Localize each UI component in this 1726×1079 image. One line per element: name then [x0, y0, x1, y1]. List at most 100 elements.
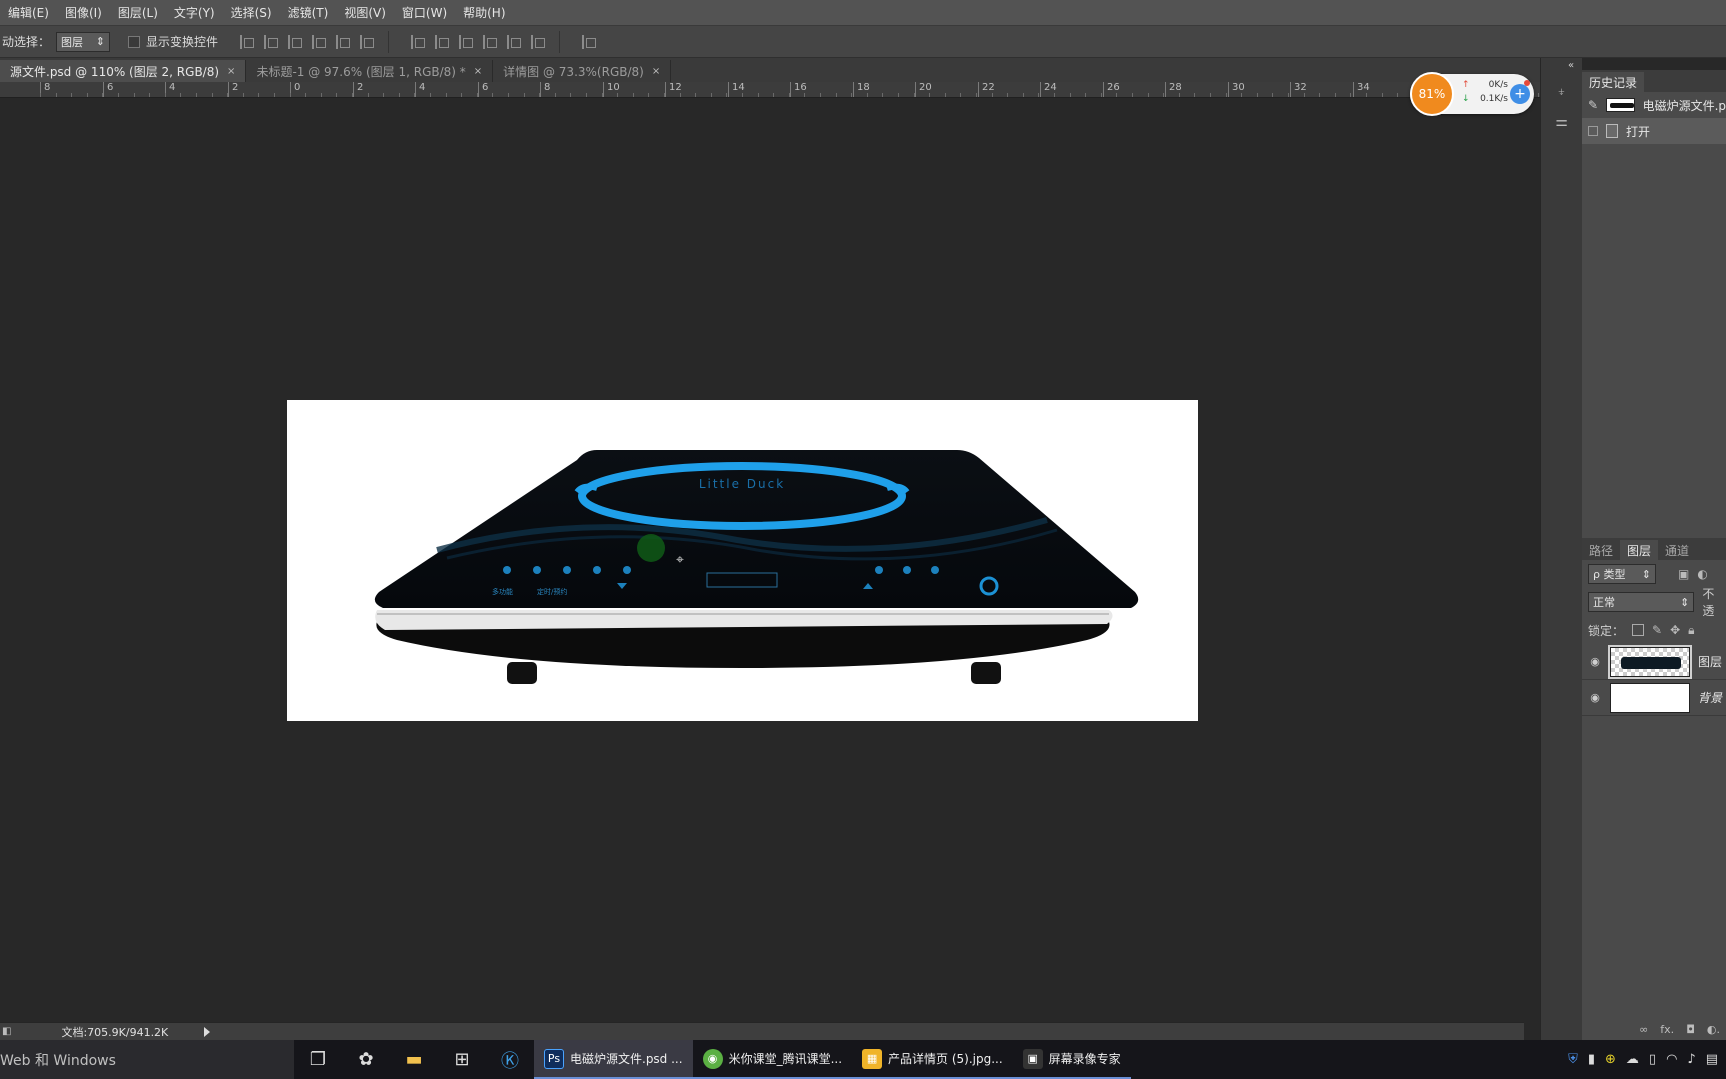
- distribute-right-icon[interactable]: [531, 34, 546, 49]
- layer-name: 背景: [1698, 691, 1723, 705]
- tab-document-3[interactable]: 详情图 @ 73.3%(RGB/8) ×: [493, 60, 672, 82]
- menu-image[interactable]: 图像(I): [57, 4, 110, 21]
- wifi-icon[interactable]: ◠: [1666, 1052, 1677, 1067]
- add-mask-icon[interactable]: ◘: [1686, 1023, 1695, 1036]
- ruler-minor-tick: [336, 93, 337, 97]
- history-state[interactable]: 打开: [1582, 118, 1726, 144]
- induction-cooker-image[interactable]: Little Duck 多功能 定时/预约: [287, 400, 1198, 721]
- add-icon[interactable]: ⊕: [1605, 1052, 1616, 1067]
- lock-paint-icon[interactable]: ✎: [1652, 623, 1662, 637]
- adjustment-filter-icon[interactable]: ◐: [1697, 567, 1707, 581]
- ruler-minor-tick: [1335, 93, 1336, 97]
- layer-filter-select[interactable]: ρ 类型 ⇕: [1588, 564, 1656, 584]
- history-panel: 历史记录 ✎ 电磁炉源文件.p 打开: [1582, 70, 1726, 520]
- auto-select-dropdown[interactable]: 图层 ⇕: [56, 31, 111, 52]
- ruler-minor-tick: [914, 93, 915, 97]
- menu-type[interactable]: 文字(Y): [166, 4, 223, 21]
- battery-icon[interactable]: ▯: [1649, 1052, 1656, 1067]
- ruler-label: 30: [1232, 82, 1245, 93]
- task-view-icon[interactable]: ❐: [294, 1040, 342, 1079]
- network-speed-widget[interactable]: 81% ↑ 0K/s ↓ 0.1K/s +: [1410, 72, 1534, 116]
- collapse-panels-icon[interactable]: «: [1568, 60, 1574, 71]
- ruler-minor-tick: [1350, 93, 1351, 97]
- close-icon[interactable]: ×: [652, 66, 660, 77]
- tab-document-1[interactable]: 源文件.psd @ 110% (图层 2, RGB/8) ×: [0, 60, 247, 82]
- menu-view[interactable]: 视图(V): [336, 4, 394, 21]
- document-tab-bar: 源文件.psd @ 110% (图层 2, RGB/8) × 未标题-1 @ 9…: [0, 58, 1540, 82]
- align-top-icon[interactable]: [312, 34, 327, 49]
- lock-position-icon[interactable]: ✥: [1670, 623, 1680, 637]
- tab-channels[interactable]: 通道: [1658, 540, 1696, 560]
- layer-row[interactable]: ◉ 背景: [1582, 680, 1726, 716]
- history-snapshot[interactable]: ✎ 电磁炉源文件.p: [1582, 92, 1726, 118]
- brush-preset-icon[interactable]: ⍖: [1549, 80, 1575, 104]
- volume-icon[interactable]: ♪: [1687, 1052, 1695, 1067]
- menu-select[interactable]: 选择(S): [223, 4, 280, 21]
- adjustments-icon[interactable]: ⚌: [1549, 110, 1575, 134]
- taskbar-app-label: 电磁炉源文件.psd ...: [570, 1052, 683, 1066]
- ruler-minor-tick: [399, 93, 400, 97]
- link-layers-icon[interactable]: ∞: [1639, 1023, 1648, 1036]
- horizontal-ruler[interactable]: 8 6 4 2 0 2 4 6 8 10 12 14 16 18 20 22 2…: [0, 82, 1540, 98]
- document-canvas[interactable]: Little Duck 多功能 定时/预约: [287, 400, 1198, 721]
- taskbar-app-image-viewer[interactable]: ▦ 产品详情页 (5).jpg...: [852, 1040, 1013, 1079]
- visibility-eye-icon[interactable]: ◉: [1588, 691, 1602, 704]
- align-left-icon[interactable]: [240, 34, 255, 49]
- file-explorer-icon[interactable]: ▬: [390, 1040, 438, 1079]
- tab-layers[interactable]: 图层: [1620, 540, 1659, 560]
- distribute-hcenter-icon[interactable]: [507, 34, 522, 49]
- menu-filter[interactable]: 滤镜(T): [280, 4, 337, 21]
- store-icon[interactable]: ⊞: [438, 1040, 486, 1079]
- ruler-minor-tick: [539, 93, 540, 97]
- image-filter-icon[interactable]: ▣: [1678, 567, 1689, 581]
- lock-transparency-icon[interactable]: [1632, 624, 1645, 636]
- layer-style-icon[interactable]: fx.: [1660, 1023, 1674, 1036]
- fan-app-icon[interactable]: ✿: [342, 1040, 390, 1079]
- search-box[interactable]: Web 和 Windows: [0, 1040, 294, 1079]
- taskbar-app-browser[interactable]: ◉ 米你课堂_腾讯课堂...: [692, 1040, 853, 1079]
- device-icon[interactable]: ▮: [1588, 1052, 1595, 1067]
- distribute-top-icon[interactable]: [411, 34, 426, 49]
- distribute-left-icon[interactable]: [483, 34, 498, 49]
- close-icon[interactable]: ×: [227, 66, 235, 77]
- ruler-minor-tick: [945, 93, 946, 97]
- menu-window[interactable]: 窗口(W): [394, 4, 455, 21]
- show-transform-checkbox[interactable]: [128, 35, 141, 48]
- distribute-bottom-icon[interactable]: [459, 34, 474, 49]
- close-icon[interactable]: ×: [474, 66, 482, 77]
- align-right-icon[interactable]: [288, 34, 303, 49]
- ruler-tick: 6: [103, 82, 113, 97]
- ruler-minor-tick: [804, 93, 805, 97]
- align-vcenter-icon[interactable]: [336, 34, 351, 49]
- panel-label-left: 多功能: [492, 587, 513, 596]
- taskbar-app-photoshop[interactable]: Ps 电磁炉源文件.psd ...: [534, 1040, 693, 1079]
- add-icon[interactable]: +: [1510, 84, 1530, 104]
- lock-all-icon[interactable]: 🔒︎: [1688, 623, 1694, 638]
- divider: [388, 30, 390, 53]
- history-source-checkbox[interactable]: [1588, 126, 1598, 136]
- shield-icon[interactable]: ⛨: [1568, 1052, 1578, 1067]
- k-app-icon[interactable]: Ⓚ: [486, 1040, 534, 1079]
- memory-usage-badge[interactable]: 81%: [1410, 72, 1454, 116]
- align-hcenter-icon[interactable]: [264, 34, 279, 49]
- distribute-vcenter-icon[interactable]: [435, 34, 450, 49]
- tab-document-2[interactable]: 未标题-1 @ 97.6% (图层 1, RGB/8) * ×: [246, 60, 494, 82]
- auto-align-icon[interactable]: [582, 34, 597, 49]
- new-fill-layer-icon[interactable]: ◐.: [1707, 1023, 1720, 1036]
- menu-help[interactable]: 帮助(H): [455, 4, 513, 21]
- ruler-label: 8: [44, 82, 51, 93]
- tab-paths[interactable]: 路径: [1582, 540, 1620, 560]
- visibility-eye-icon[interactable]: ◉: [1588, 655, 1602, 668]
- menu-edit[interactable]: 编辑(E): [0, 4, 57, 21]
- canvas-area[interactable]: Little Duck 多功能 定时/预约: [0, 98, 1524, 1027]
- status-menu-arrow-icon[interactable]: [204, 1026, 211, 1037]
- menu-layer[interactable]: 图层(L): [110, 4, 166, 21]
- align-bottom-icon[interactable]: [360, 34, 375, 49]
- cloud-icon[interactable]: ☁: [1626, 1052, 1639, 1067]
- zoom-icon[interactable]: ◧: [2, 1026, 11, 1037]
- blend-mode-select[interactable]: 正常 ⇕: [1588, 592, 1695, 612]
- taskbar-app-recorder[interactable]: ▣ 屏幕录像专家: [1012, 1040, 1131, 1079]
- tab-history[interactable]: 历史记录: [1582, 72, 1645, 92]
- notifications-icon[interactable]: ▤: [1706, 1052, 1718, 1067]
- layer-row[interactable]: ◉ 图层: [1582, 644, 1726, 680]
